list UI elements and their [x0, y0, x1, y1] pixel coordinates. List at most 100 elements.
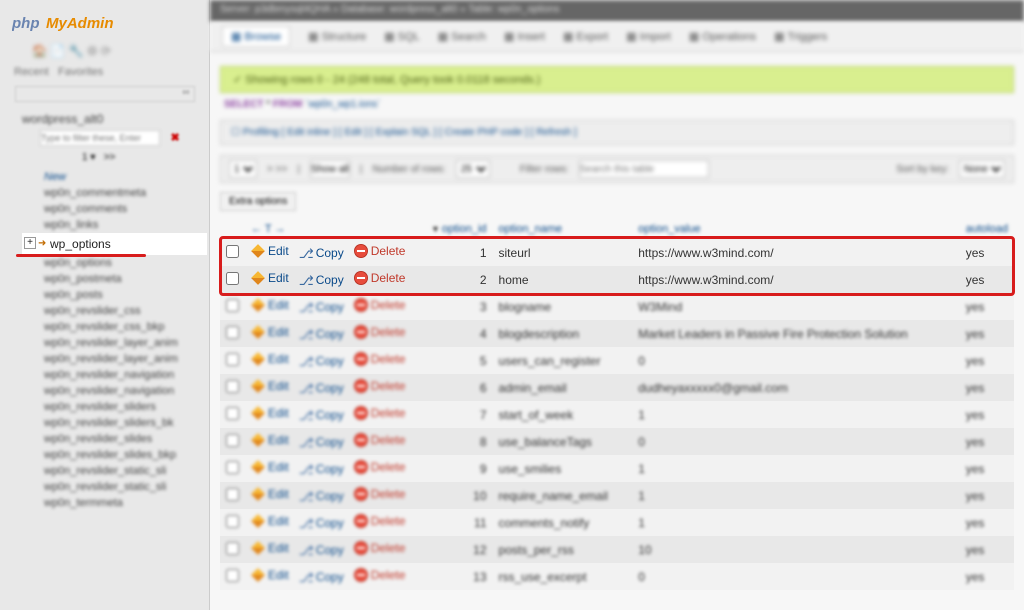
delete-link[interactable]: Delete: [354, 568, 406, 582]
copy-link[interactable]: Copy: [299, 462, 344, 476]
nav-operations[interactable]: ▦ Operations: [689, 30, 756, 43]
nav-structure[interactable]: ▦ Structure: [308, 30, 366, 43]
row-checkbox[interactable]: [226, 326, 239, 339]
tree-table[interactable]: wp0n_revslider_slides_bkp: [22, 447, 207, 463]
delete-link[interactable]: Delete: [354, 379, 406, 393]
clear-filter-icon[interactable]: ✖: [170, 132, 179, 144]
copy-link[interactable]: Copy: [299, 354, 344, 368]
copy-link[interactable]: Copy: [299, 381, 344, 395]
tree-filter-input[interactable]: [40, 130, 160, 146]
nav-sql[interactable]: ▦ SQL: [384, 30, 419, 43]
copy-link[interactable]: Copy: [299, 516, 344, 530]
tree-table[interactable]: wp0n_posts: [22, 287, 207, 303]
row-checkbox[interactable]: [226, 434, 239, 447]
filter-rows-input[interactable]: [579, 160, 709, 178]
delete-link[interactable]: Delete: [354, 514, 406, 528]
edit-link[interactable]: Edit: [251, 298, 289, 312]
toolbar-icons[interactable]: 🏠 📄 🔧 ⚙ ⟳: [2, 44, 207, 62]
edit-link[interactable]: Edit: [251, 433, 289, 447]
col-autoload[interactable]: autoload: [960, 219, 1014, 239]
nav-import[interactable]: ▦ Import: [626, 30, 671, 43]
nav-export[interactable]: ▦ Export: [563, 30, 608, 43]
edit-link[interactable]: Edit: [251, 487, 289, 501]
delete-link[interactable]: Delete: [354, 244, 406, 258]
nav-browse[interactable]: ▦ Browse: [222, 26, 290, 47]
edit-link[interactable]: Edit: [251, 568, 289, 582]
tree-page-select[interactable]: 1 ▾ >>: [82, 152, 207, 163]
copy-link[interactable]: Copy: [299, 408, 344, 422]
col-option-value[interactable]: option_value: [632, 219, 960, 239]
row-checkbox[interactable]: [226, 569, 239, 582]
tree-table[interactable]: wp0n_revslider_sliders_bk: [22, 415, 207, 431]
tree-table[interactable]: wp0n_revslider_navigation: [22, 367, 207, 383]
row-checkbox[interactable]: [226, 353, 239, 366]
tree-table[interactable]: wp0n_revslider_css_bkp: [22, 319, 207, 335]
edit-link[interactable]: Edit: [251, 244, 289, 258]
edit-link[interactable]: Edit: [251, 271, 289, 285]
delete-link[interactable]: Delete: [354, 406, 406, 420]
row-checkbox[interactable]: [226, 542, 239, 555]
col-option-id[interactable]: option_id: [425, 219, 493, 239]
copy-link[interactable]: Copy: [299, 435, 344, 449]
copy-link[interactable]: Copy: [299, 543, 344, 557]
collapse-toggle[interactable]: ∞: [15, 86, 195, 102]
tree-table[interactable]: wp0n_links: [22, 217, 207, 233]
sidebar-tabs[interactable]: Recent Favorites: [2, 62, 207, 82]
profiling-bar[interactable]: ☐ Profiling [ Edit inline ] [ Edit ] [ E…: [220, 120, 1014, 145]
delete-link[interactable]: Delete: [354, 541, 406, 555]
copy-link[interactable]: Copy: [299, 570, 344, 584]
row-checkbox[interactable]: [226, 299, 239, 312]
row-checkbox[interactable]: [226, 515, 239, 528]
extra-options-button[interactable]: Extra options: [220, 192, 296, 211]
edit-link[interactable]: Edit: [251, 325, 289, 339]
row-checkbox[interactable]: [226, 272, 239, 285]
tree-table[interactable]: wp0n_postmeta: [22, 271, 207, 287]
nav-triggers[interactable]: ▦ Triggers: [774, 30, 827, 43]
copy-link[interactable]: Copy: [299, 300, 344, 314]
nav-search[interactable]: ▦ Search: [438, 30, 486, 43]
tree-table-focused[interactable]: wp_options: [22, 233, 207, 255]
tree-table[interactable]: wp0n_comments: [22, 201, 207, 217]
delete-link[interactable]: Delete: [354, 352, 406, 366]
tree-table[interactable]: wp0n_options: [22, 255, 207, 271]
row-checkbox[interactable]: [226, 407, 239, 420]
delete-link[interactable]: Delete: [354, 271, 406, 285]
edit-link[interactable]: Edit: [251, 379, 289, 393]
sort-key-select[interactable]: None: [959, 160, 1005, 178]
tree-table[interactable]: wp0n_revslider_layer_anim: [22, 351, 207, 367]
tree-table[interactable]: wp0n_revslider_css: [22, 303, 207, 319]
col-option-name[interactable]: option_name: [493, 219, 633, 239]
delete-link[interactable]: Delete: [354, 325, 406, 339]
tree-table[interactable]: wp0n_revslider_slides: [22, 431, 207, 447]
tree-new-table[interactable]: New: [22, 169, 207, 185]
row-checkbox[interactable]: [226, 380, 239, 393]
tree-table[interactable]: wp0n_revslider_layer_anim: [22, 335, 207, 351]
page-select[interactable]: 1: [229, 160, 257, 178]
delete-link[interactable]: Delete: [354, 298, 406, 312]
show-all-button[interactable]: Show all: [310, 160, 350, 178]
row-checkbox[interactable]: [226, 245, 239, 258]
tree-table[interactable]: wp0n_revslider_static_sli: [22, 479, 207, 495]
tree-table[interactable]: wp0n_revslider_sliders: [22, 399, 207, 415]
tree-table[interactable]: wp0n_commentmeta: [22, 185, 207, 201]
copy-link[interactable]: Copy: [299, 246, 344, 260]
nav-insert[interactable]: ▦ Insert: [504, 30, 545, 43]
edit-link[interactable]: Edit: [251, 514, 289, 528]
copy-link[interactable]: Copy: [299, 327, 344, 341]
delete-link[interactable]: Delete: [354, 487, 406, 501]
db-tree-root[interactable]: wordpress_alt0: [2, 108, 207, 128]
delete-link[interactable]: Delete: [354, 433, 406, 447]
tree-table[interactable]: wp0n_revslider_static_sli: [22, 463, 207, 479]
delete-link[interactable]: Delete: [354, 460, 406, 474]
copy-link[interactable]: Copy: [299, 489, 344, 503]
tree-table[interactable]: wp0n_termmeta: [22, 495, 207, 511]
copy-link[interactable]: Copy: [299, 273, 344, 287]
edit-link[interactable]: Edit: [251, 541, 289, 555]
rows-per-page[interactable]: 25: [456, 160, 490, 178]
tree-table[interactable]: wp0n_revslider_navigation: [22, 383, 207, 399]
edit-link[interactable]: Edit: [251, 460, 289, 474]
row-checkbox[interactable]: [226, 461, 239, 474]
row-checkbox[interactable]: [226, 488, 239, 501]
edit-link[interactable]: Edit: [251, 406, 289, 420]
edit-link[interactable]: Edit: [251, 352, 289, 366]
